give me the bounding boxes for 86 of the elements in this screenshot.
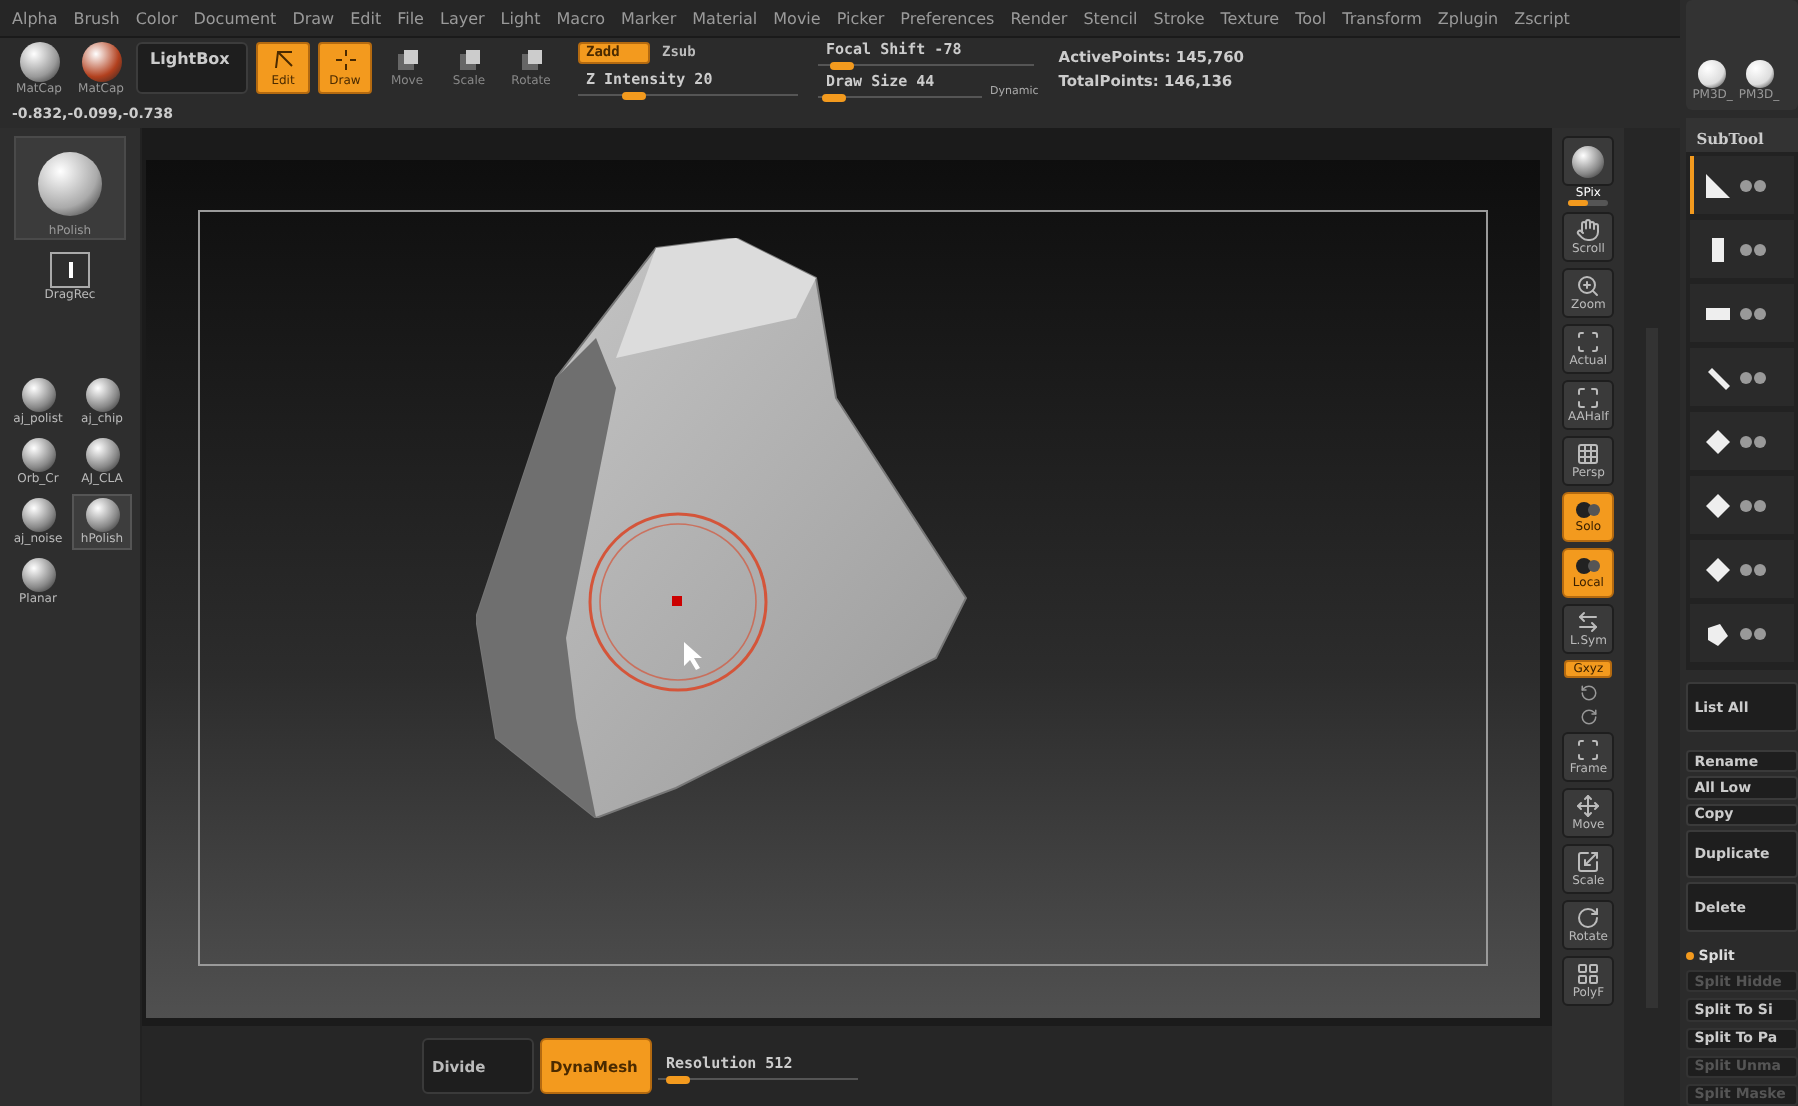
menu-item[interactable]: Render	[1010, 9, 1068, 27]
tool-icon	[1576, 610, 1601, 634]
document-canvas[interactable]	[146, 160, 1541, 1018]
brush-sphere-icon	[85, 438, 119, 472]
menu-item[interactable]: Texture	[1220, 9, 1280, 27]
brush-sphere-icon	[21, 378, 55, 412]
brush-sphere-icon	[21, 558, 55, 592]
subtool-shape-icon	[1702, 489, 1735, 522]
letter-block-icon	[395, 48, 419, 72]
menu-item[interactable]: Brush	[73, 9, 120, 27]
tool-icon	[1576, 386, 1601, 410]
tool-icon	[1576, 738, 1601, 762]
crosshair-icon	[333, 48, 357, 72]
letter-block-icon	[519, 48, 543, 72]
drag-rect-button[interactable]	[50, 252, 90, 288]
subtool-shape-icon	[1702, 169, 1735, 202]
material-sphere-icon	[38, 152, 102, 216]
menu-item[interactable]: Picker	[836, 9, 885, 27]
menu-item[interactable]: Tool	[1295, 9, 1327, 27]
brush-sphere-icon	[1745, 60, 1774, 89]
menu-item[interactable]: Transform	[1342, 9, 1422, 27]
tool-icon	[1576, 274, 1601, 298]
menu-item[interactable]: Layer	[439, 9, 485, 27]
menu-item[interactable]: Edit	[350, 9, 382, 27]
subtool-item[interactable]	[1690, 284, 1794, 343]
visibility-toggle-icon[interactable]	[1740, 435, 1769, 448]
visibility-toggle-icon[interactable]	[1740, 243, 1769, 256]
visibility-toggle-icon[interactable]	[1740, 563, 1769, 576]
menu-item[interactable]: Zplugin	[1437, 9, 1499, 27]
menu-item[interactable]: Color	[135, 9, 178, 27]
menu-item[interactable]: Macro	[556, 9, 605, 27]
menu-item[interactable]: Marker	[620, 9, 677, 27]
subtool-item[interactable]	[1690, 220, 1794, 279]
tool-icon	[1576, 906, 1601, 930]
rotate-icon[interactable]	[1579, 684, 1598, 702]
tool-icon	[1576, 442, 1601, 466]
visibility-toggle-icon[interactable]	[1740, 371, 1769, 384]
rotate-icon[interactable]	[1579, 708, 1598, 726]
dots-icon	[1574, 556, 1603, 576]
menu-item[interactable]: Document	[193, 9, 277, 27]
letter-block-icon	[457, 48, 481, 72]
brush-sphere-icon	[85, 378, 119, 412]
menu-item[interactable]: Movie	[773, 9, 821, 27]
spix-slider[interactable]	[1568, 200, 1609, 206]
subtool-item[interactable]	[1690, 412, 1794, 471]
material-sphere-icon	[19, 41, 59, 81]
dots-icon	[1574, 500, 1603, 520]
subtool-item[interactable]	[1690, 476, 1794, 535]
menu-item[interactable]: Zscript	[1514, 9, 1570, 27]
menu-item[interactable]: Draw	[292, 9, 335, 27]
brush-sphere-icon	[1698, 60, 1727, 89]
menu-item[interactable]: Alpha	[12, 9, 58, 27]
menu-item[interactable]: Stencil	[1083, 9, 1138, 27]
subtool-item[interactable]	[1690, 604, 1794, 663]
visibility-toggle-icon[interactable]	[1740, 307, 1769, 320]
slider-thumb[interactable]	[829, 61, 854, 69]
brush-sphere-icon	[21, 438, 55, 472]
subtool-shape-icon	[1702, 553, 1735, 586]
menu-item[interactable]: Material	[692, 9, 758, 27]
menu-item[interactable]: Stroke	[1153, 9, 1205, 27]
tool-icon	[1576, 794, 1601, 818]
tool-icon	[1576, 218, 1601, 242]
subtool-item[interactable]	[1690, 156, 1794, 215]
sphere-icon	[1572, 145, 1605, 177]
visibility-toggle-icon[interactable]	[1740, 499, 1769, 512]
subtool-shape-icon	[1702, 425, 1735, 458]
lightbox-button[interactable]: LightBox	[136, 42, 248, 94]
section-dot-icon	[1686, 952, 1695, 961]
slider-thumb[interactable]	[822, 93, 847, 101]
tool-icon	[1576, 962, 1601, 986]
edit-icon	[271, 48, 295, 72]
tool-icon	[1576, 850, 1601, 874]
slider-thumb[interactable]	[666, 1075, 690, 1083]
visibility-toggle-icon[interactable]	[1740, 179, 1769, 192]
brush-sphere-icon	[21, 498, 55, 532]
menu-item[interactable]: File	[397, 9, 424, 27]
slider-thumb[interactable]	[621, 91, 645, 99]
menu-item[interactable]: Light	[500, 9, 541, 27]
brush-cursor-icon	[586, 510, 770, 694]
visibility-toggle-icon[interactable]	[1740, 627, 1769, 640]
menu-item[interactable]: Preferences	[900, 9, 995, 27]
tool-icon	[1576, 330, 1601, 354]
subtool-item[interactable]	[1690, 540, 1794, 599]
material-sphere-icon	[81, 41, 121, 81]
subtool-item[interactable]	[1690, 348, 1794, 407]
brush-sphere-icon	[85, 498, 119, 532]
